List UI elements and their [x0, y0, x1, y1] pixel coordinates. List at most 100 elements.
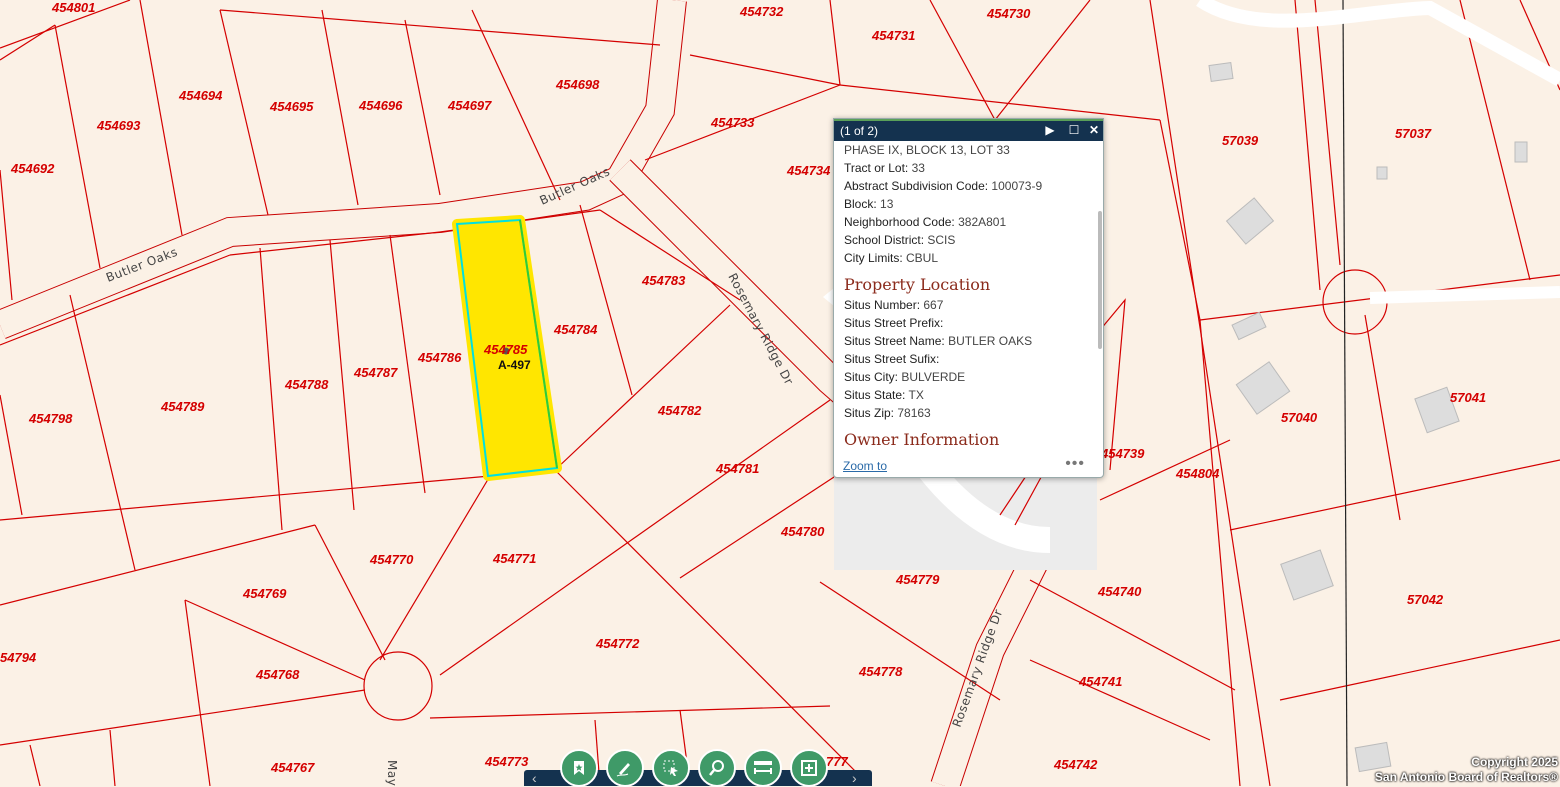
legal-info: PHASE IX, BLOCK 13, LOT 33 Tract or Lot: … [844, 141, 1097, 267]
parcel-map[interactable]: Butler Oaks Butler Oaks Rosemary Ridge D… [0, 0, 1560, 786]
popup-row: Situs Street Sufix: [844, 350, 1097, 368]
popup-row: Situs Number: 667 [844, 296, 1097, 314]
lot-label-57041: 57041 [1450, 390, 1486, 405]
bookmark-icon[interactable] [560, 749, 598, 787]
popup-row: PHASE IX, BLOCK 13, LOT 33 [844, 141, 1097, 159]
field-value: TX [908, 388, 924, 402]
lot-label-454777: 777 [826, 754, 848, 769]
field-label: Situs City: [844, 370, 899, 384]
lot-label-454697: 454697 [447, 98, 492, 113]
field-value: BULVERDE [901, 370, 966, 384]
next-feature-icon[interactable]: ▶ [1042, 122, 1058, 138]
zoom-to-link[interactable]: Zoom to [843, 459, 887, 473]
toolbar-next-button[interactable]: › [852, 770, 857, 786]
lot-label-454804: 454804 [1175, 466, 1220, 481]
popup-row: Situs State: TX [844, 386, 1097, 404]
close-icon[interactable]: ✕ [1086, 122, 1102, 138]
lot-label-454730: 454730 [986, 6, 1031, 21]
lot-label-454767: 454767 [270, 760, 315, 775]
road-right [1369, 286, 1560, 304]
field-label: Tract or Lot: [844, 161, 909, 175]
lot-label-454769: 454769 [242, 586, 287, 601]
lot-label-454784: 454784 [553, 322, 598, 337]
add-layer-icon[interactable] [790, 749, 828, 787]
lot-label-454786: 454786 [417, 350, 462, 365]
field-value: SCIS [927, 233, 956, 247]
copyright-notice: Copyright 2025 San Antonio Board of Real… [1375, 755, 1558, 785]
lot-label-454782: 454782 [657, 403, 702, 418]
popup-count: (1 of 2) [840, 124, 879, 138]
select-icon[interactable] [652, 749, 690, 787]
section-owner-information: Owner Information [844, 430, 1000, 449]
lot-label-454780: 454780 [780, 524, 825, 539]
lot-label-454772: 454772 [595, 636, 640, 651]
lot-label-57042: 57042 [1407, 592, 1444, 607]
lot-label-454771: 454771 [492, 551, 536, 566]
lot-label-454698: 454698 [555, 77, 600, 92]
lot-label-57039: 57039 [1222, 133, 1259, 148]
lot-label-454733: 454733 [710, 115, 755, 130]
field-value: BUTLER OAKS [948, 334, 1033, 348]
boundary-line [1342, 0, 1348, 786]
lot-label-454692: 454692 [10, 161, 55, 176]
field-label: School District: [844, 233, 925, 247]
field-value: 33 [911, 161, 925, 175]
more-options-icon[interactable]: ••• [1065, 455, 1085, 473]
popup-row: School District: SCIS [844, 231, 1097, 249]
field-value: 382A801 [958, 215, 1007, 229]
popup-scrollbar[interactable] [1098, 211, 1102, 349]
lot-label-454732: 454732 [739, 4, 784, 19]
popup-row: Block: 13 [844, 195, 1097, 213]
lot-label-454779: 454779 [895, 572, 940, 587]
lot-label-57037: 57037 [1395, 126, 1432, 141]
popup-row: Tract or Lot: 33 [844, 159, 1097, 177]
street-label-may: May [385, 760, 399, 786]
popup-row: Neighborhood Code: 382A801 [844, 213, 1097, 231]
lot-label-454741: 454741 [1078, 674, 1122, 689]
highlight-label: A-497 [498, 358, 531, 372]
lot-label-454693: 454693 [96, 118, 141, 133]
field-label: Situs Street Prefix: [844, 316, 944, 330]
lot-label-454783: 454783 [641, 273, 686, 288]
lot-label-454770: 454770 [369, 552, 414, 567]
maximize-icon[interactable]: ☐ [1066, 122, 1082, 138]
lot-label-454773: 454773 [484, 754, 529, 769]
popup-footer: Zoom to ••• [834, 455, 1103, 477]
lot-label-454696: 454696 [358, 98, 403, 113]
lot-label-454768: 454768 [255, 667, 300, 682]
lot-label-454787: 454787 [353, 365, 398, 380]
field-value: CBUL [906, 251, 939, 265]
info-popup[interactable]: (1 of 2) ▶ ☐ ✕ PHASE IX, BLOCK 13, LOT 3… [833, 118, 1104, 478]
popup-content[interactable]: PHASE IX, BLOCK 13, LOT 33 Tract or Lot: … [834, 141, 1097, 457]
popup-row: Situs Street Name: BUTLER OAKS [844, 332, 1097, 350]
buildings [1208, 61, 1528, 773]
section-property-location: Property Location [844, 275, 991, 294]
lot-label-454731: 454731 [871, 28, 915, 43]
field-label: City Limits: [844, 251, 903, 265]
lot-label-454694: 454694 [178, 88, 223, 103]
search-map-icon[interactable] [698, 749, 736, 787]
lot-label-454798: 454798 [28, 411, 73, 426]
field-label: Neighborhood Code: [844, 215, 955, 229]
lot-label-454742: 454742 [1053, 757, 1098, 772]
field-label: Block: [844, 197, 877, 211]
measure-icon[interactable] [744, 749, 782, 787]
lot-label-454788: 454788 [284, 377, 329, 392]
lot-label-454789: 454789 [160, 399, 205, 414]
field-label: Situs State: [844, 388, 906, 402]
field-label: Situs Street Name: [844, 334, 945, 348]
field-value: 78163 [897, 406, 931, 420]
popup-row: Situs City: BULVERDE [844, 368, 1097, 386]
field-value: 13 [880, 197, 894, 211]
field-label: Situs Street Sufix: [844, 352, 940, 366]
property-location-info: Situs Number: 667 Situs Street Prefix: Si… [844, 296, 1097, 422]
copyright-line-1: Copyright 2025 [1471, 755, 1558, 769]
road-top-right [1196, 0, 1560, 87]
toolbar-prev-button[interactable]: ‹ [532, 770, 537, 786]
popup-row: City Limits: CBUL [844, 249, 1097, 267]
field-value: 667 [923, 298, 944, 312]
draw-icon[interactable] [606, 749, 644, 787]
lot-label-454794: 54794 [0, 650, 37, 665]
copyright-line-2: San Antonio Board of Realtors® [1374, 770, 1558, 784]
field-value: PHASE IX, BLOCK 13, LOT 33 [844, 143, 1010, 157]
